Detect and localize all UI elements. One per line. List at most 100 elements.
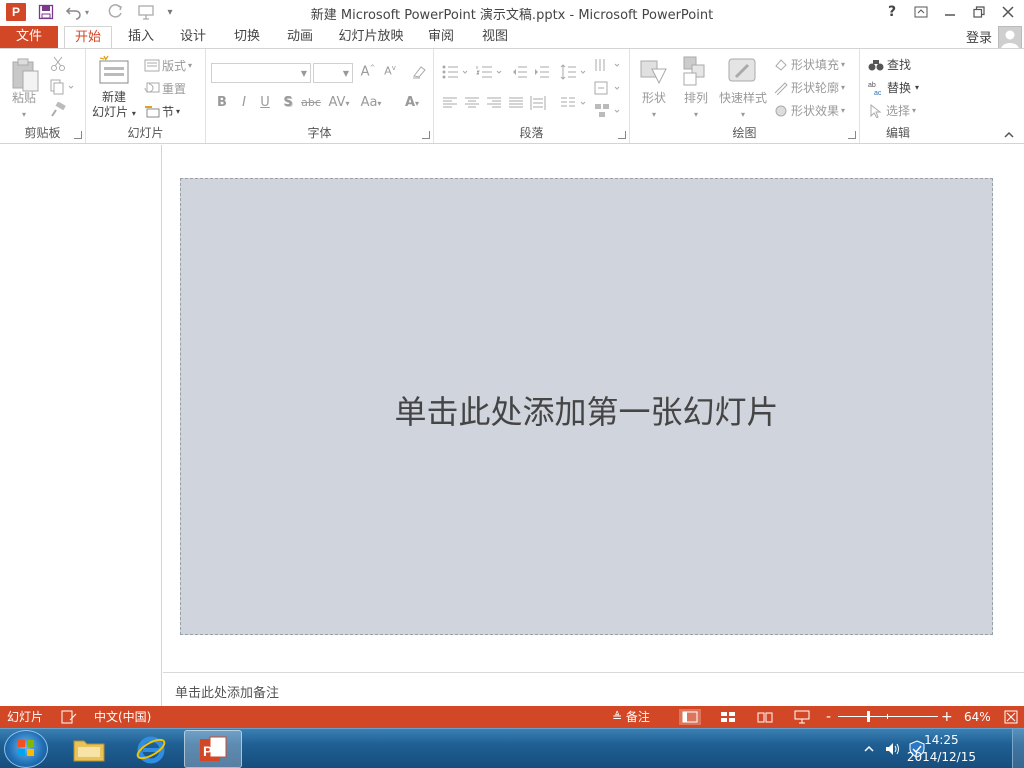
quick-styles-icon[interactable] (726, 55, 758, 90)
arrange-icon[interactable] (682, 55, 710, 90)
layout-button[interactable]: 版式 ▾ (144, 57, 192, 74)
drawing-launcher-icon[interactable] (848, 131, 856, 139)
bold-button[interactable]: B (212, 95, 232, 110)
zoom-out-button[interactable]: - (826, 706, 831, 728)
clear-formatting-icon[interactable] (411, 64, 427, 83)
character-spacing-button[interactable]: AV▾ (324, 95, 354, 110)
undo-dropdown-icon[interactable]: ▾ (82, 2, 92, 22)
columns-icon[interactable] (560, 96, 588, 113)
line-spacing-icon[interactable] (560, 64, 588, 83)
shape-outline-button[interactable]: 形状轮廓 ▾ (773, 79, 845, 96)
zoom-slider-thumb[interactable] (867, 711, 870, 722)
align-right-icon[interactable] (486, 96, 502, 113)
avatar[interactable] (998, 26, 1022, 50)
tab-view[interactable]: 视图 (472, 26, 518, 48)
notes-toggle-button[interactable]: ≜ 备注 (612, 706, 650, 728)
clipboard-launcher-icon[interactable] (74, 131, 82, 139)
italic-button[interactable]: I (234, 95, 254, 110)
find-button[interactable]: 查找 (868, 56, 911, 73)
tab-home[interactable]: 开始 (64, 26, 112, 49)
tab-file[interactable]: 文件 (0, 26, 58, 48)
change-case-button[interactable]: Aa▾ (356, 95, 386, 110)
font-size-combo[interactable]: ▼ (313, 63, 353, 83)
text-shadow-button[interactable]: S (278, 95, 298, 110)
select-button[interactable]: 选择 ▾ (868, 102, 916, 119)
smartart-icon[interactable] (594, 103, 622, 122)
tab-insert[interactable]: 插入 (118, 26, 164, 48)
add-first-slide-prompt[interactable]: 单击此处添加第一张幻灯片 (181, 387, 992, 433)
login-link[interactable]: 登录 (966, 27, 992, 46)
start-button[interactable] (4, 730, 48, 768)
shapes-icon[interactable] (638, 55, 670, 90)
paste-button[interactable]: 粘贴 ▾ (4, 91, 44, 122)
decrease-indent-icon[interactable] (512, 65, 528, 82)
save-icon[interactable] (36, 2, 56, 22)
tab-design[interactable]: 设计 (170, 26, 216, 48)
zoom-slider[interactable] (838, 711, 938, 722)
show-desktop-button[interactable] (1012, 729, 1024, 768)
reading-view-icon[interactable] (754, 709, 776, 725)
zoom-in-button[interactable]: + (941, 706, 953, 728)
justify-icon[interactable] (508, 96, 524, 113)
cut-icon[interactable] (50, 56, 66, 75)
undo-icon[interactable] (64, 2, 84, 22)
start-from-beginning-icon[interactable] (136, 2, 156, 22)
text-direction-icon[interactable] (594, 57, 622, 76)
powerpoint-taskbar-icon[interactable]: P (184, 730, 242, 768)
system-clock[interactable]: 14:25 2014/12/15 (907, 732, 976, 766)
numbering-icon[interactable] (476, 65, 504, 82)
minimize-icon[interactable] (937, 1, 963, 23)
align-center-icon[interactable] (464, 96, 480, 113)
help-icon[interactable]: ? (879, 1, 905, 23)
paragraph-launcher-icon[interactable] (618, 131, 626, 139)
shrink-font-button[interactable]: Av (380, 64, 400, 78)
ribbon-display-options-icon[interactable] (908, 1, 934, 23)
zoom-level[interactable]: 64% (964, 706, 991, 728)
align-left-icon[interactable] (442, 96, 458, 113)
powerpoint-logo-icon[interactable]: P (6, 3, 26, 21)
tab-animations[interactable]: 动画 (277, 26, 323, 48)
tab-review[interactable]: 审阅 (418, 26, 464, 48)
bullets-icon[interactable] (442, 65, 470, 82)
notes-pane[interactable]: 单击此处添加备注 (163, 672, 1024, 706)
slide-sorter-icon[interactable] (717, 709, 739, 725)
redo-icon[interactable] (106, 2, 126, 22)
arrange-button[interactable]: 排列 ▾ (676, 91, 716, 122)
section-button[interactable]: 节 ▾ (144, 103, 180, 120)
shape-effects-button[interactable]: 形状效果 ▾ (773, 102, 845, 119)
slide-thumbnail-pane[interactable] (0, 145, 162, 706)
increase-indent-icon[interactable] (534, 65, 550, 82)
new-slide-button[interactable]: 新建 幻灯片 ▾ (88, 90, 140, 121)
notes-placeholder[interactable]: 单击此处添加备注 (175, 682, 279, 701)
new-slide-icon[interactable] (98, 55, 130, 88)
collapse-ribbon-icon[interactable] (1003, 129, 1015, 143)
font-name-combo[interactable]: ▼ (211, 63, 311, 83)
format-painter-icon[interactable] (50, 101, 66, 121)
tab-transitions[interactable]: 切换 (224, 26, 270, 48)
internet-explorer-icon[interactable] (122, 730, 180, 768)
normal-view-icon[interactable] (679, 709, 701, 725)
reset-button[interactable]: 重置 (144, 80, 186, 97)
spell-check-icon[interactable] (58, 709, 80, 725)
copy-icon[interactable] (50, 79, 76, 98)
grow-font-button[interactable]: A^ (358, 64, 378, 79)
strikethrough-button[interactable]: abc (299, 96, 323, 109)
distributed-icon[interactable] (530, 95, 546, 114)
align-text-icon[interactable] (594, 80, 622, 99)
slide-canvas[interactable]: 单击此处添加第一张幻灯片 (180, 178, 993, 635)
volume-icon[interactable] (884, 729, 902, 768)
quick-styles-button[interactable]: 快速样式 ▾ (716, 91, 770, 122)
restore-icon[interactable] (966, 1, 992, 23)
underline-button[interactable]: U (255, 95, 275, 110)
tab-slide-show[interactable]: 幻灯片放映 (333, 26, 409, 48)
customize-toolbar-icon[interactable]: ▾ (160, 2, 180, 22)
file-explorer-icon[interactable] (60, 730, 118, 768)
slide-show-icon[interactable] (791, 709, 813, 725)
language-status[interactable]: 中文(中国) (94, 706, 151, 728)
close-icon[interactable] (995, 1, 1021, 23)
fit-to-window-icon[interactable] (1000, 709, 1022, 725)
show-hidden-icons-icon[interactable] (864, 729, 874, 768)
shape-fill-button[interactable]: 形状填充 ▾ (773, 56, 845, 73)
replace-button[interactable]: ab ac 替换 ▾ (868, 79, 919, 96)
font-color-button[interactable]: A▾ (397, 95, 427, 110)
